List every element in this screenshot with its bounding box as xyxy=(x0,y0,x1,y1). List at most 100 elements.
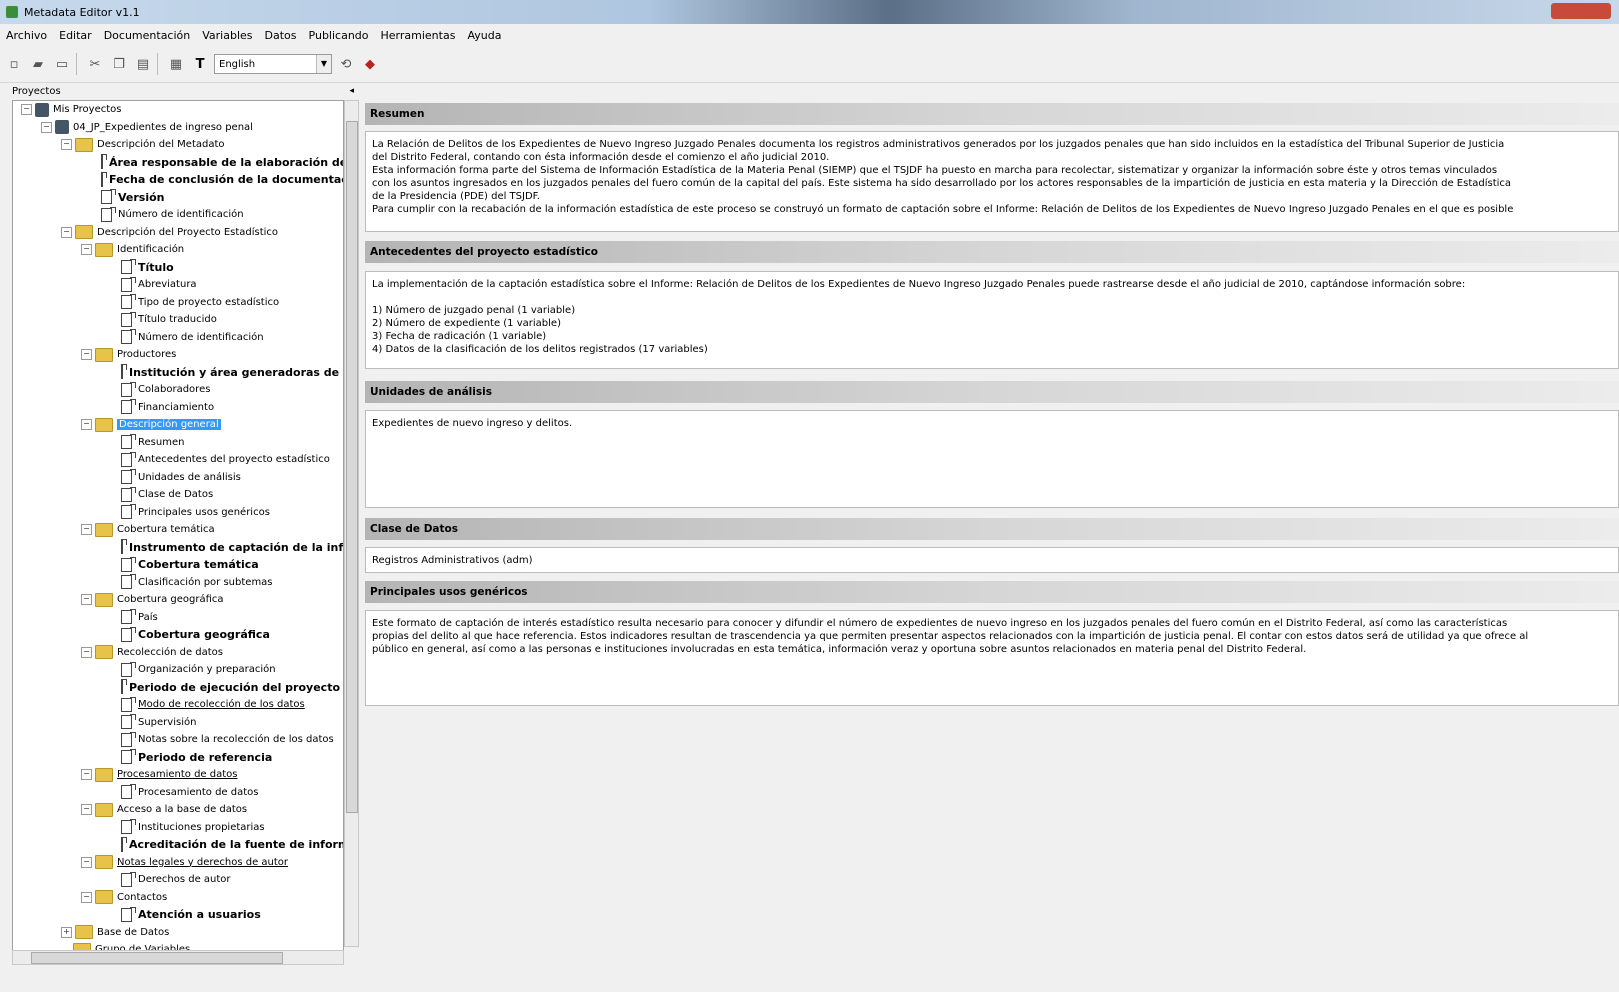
refresh-icon[interactable]: ⟲ xyxy=(336,54,356,74)
open-icon[interactable]: ▰ xyxy=(28,54,48,74)
paste-icon[interactable]: ▤ xyxy=(133,54,153,74)
tree-item[interactable]: Cobertura temática xyxy=(13,556,343,574)
scrollbar-thumb[interactable] xyxy=(31,952,283,964)
tree-item[interactable]: Título traducido xyxy=(13,311,343,329)
save-icon[interactable]: ▭ xyxy=(52,54,72,74)
antecedentes-textarea[interactable]: La implementación de la captación estadí… xyxy=(365,271,1619,369)
copy-icon[interactable]: ❐ xyxy=(109,54,129,74)
collapse-icon[interactable]: − xyxy=(81,419,92,431)
cut-icon[interactable]: ✂ xyxy=(85,54,105,74)
tree-item[interactable]: Antecedentes del proyecto estadístico xyxy=(13,451,343,469)
tree-item[interactable]: Instrumento de captación de la infor xyxy=(13,539,343,557)
folder-icon xyxy=(95,855,113,870)
tree-horizontal-scrollbar[interactable] xyxy=(12,950,344,965)
collapse-icon[interactable]: − xyxy=(81,594,92,606)
tree-item[interactable]: − Notas legales y derechos de autor xyxy=(13,854,343,872)
menu-editar[interactable]: Editar xyxy=(53,29,98,42)
tree-item[interactable]: − Cobertura temática xyxy=(13,521,343,539)
chevron-down-icon[interactable]: ▼ xyxy=(316,55,331,73)
tree-item[interactable]: − Productores xyxy=(13,346,343,364)
collapse-icon[interactable]: − xyxy=(61,226,72,238)
tree-item[interactable]: Colaboradores xyxy=(13,381,343,399)
tree-item-selected[interactable]: − Descripción general xyxy=(13,416,343,434)
tree-item[interactable]: Procesamiento de datos xyxy=(13,784,343,802)
expand-icon[interactable]: + xyxy=(61,926,72,938)
menu-archivo[interactable]: Archivo xyxy=(0,29,53,42)
tree-item[interactable]: Número de identificación xyxy=(13,206,343,224)
menu-ayuda[interactable]: Ayuda xyxy=(461,29,507,42)
tree-item[interactable]: Institución y área generadoras de la xyxy=(13,364,343,382)
tree-item[interactable]: Resumen xyxy=(13,434,343,452)
tree-item[interactable]: − Contactos xyxy=(13,889,343,907)
section-header-usos: Principales usos genéricos xyxy=(365,581,1619,603)
tree-item[interactable]: Área responsable de la elaboración del r xyxy=(13,154,343,172)
scrollbar-thumb[interactable] xyxy=(346,121,358,813)
tree-item[interactable]: Derechos de autor xyxy=(13,871,343,889)
tree-item[interactable]: + Base de Datos xyxy=(13,924,343,942)
tree-item[interactable]: Tipo de proyecto estadístico xyxy=(13,294,343,312)
tree-item[interactable]: − Recolección de datos xyxy=(13,644,343,662)
document-icon xyxy=(121,451,136,467)
tree-item[interactable]: Fecha de conclusión de la documentaci xyxy=(13,171,343,189)
tree-item[interactable]: Periodo de referencia xyxy=(13,749,343,767)
text-icon[interactable]: T xyxy=(190,54,210,74)
tree-item[interactable]: Supervisión xyxy=(13,714,343,732)
tree-item[interactable]: Notas sobre la recolección de los datos xyxy=(13,731,343,749)
document-icon xyxy=(121,819,136,835)
tree-item[interactable]: − Cobertura geográfica xyxy=(13,591,343,609)
tree-item[interactable]: − Descripción del Proyecto Estadístico xyxy=(13,224,343,242)
tree-item[interactable]: Número de identificación xyxy=(13,329,343,347)
new-icon[interactable]: ▫ xyxy=(4,54,24,74)
tree-item[interactable]: Abreviatura xyxy=(13,276,343,294)
tree-item[interactable]: − Descripción del Metadato xyxy=(13,136,343,154)
tree-item[interactable]: − Identificación xyxy=(13,241,343,259)
collapse-icon[interactable]: − xyxy=(81,804,92,816)
tree-item[interactable]: Financiamiento xyxy=(13,399,343,417)
tree-item[interactable]: − Acceso a la base de datos xyxy=(13,801,343,819)
tree-item[interactable]: − Procesamiento de datos xyxy=(13,766,343,784)
print-icon[interactable]: ▦ xyxy=(166,54,186,74)
tree-item[interactable]: Versión xyxy=(13,189,343,207)
resumen-textarea[interactable]: La Relación de Delitos de los Expediente… xyxy=(365,131,1619,232)
menu-herramientas[interactable]: Herramientas xyxy=(375,29,462,42)
document-icon xyxy=(121,836,127,852)
tree-item[interactable]: Clasificación por subtemas xyxy=(13,574,343,592)
clase-de-datos-field[interactable]: Registros Administrativos (adm) xyxy=(365,547,1619,573)
collapse-icon[interactable]: − xyxy=(61,139,72,151)
collapse-icon[interactable]: − xyxy=(41,121,52,133)
collapse-icon[interactable]: − xyxy=(81,524,92,536)
tree-item[interactable]: Unidades de análisis xyxy=(13,469,343,487)
usos-textarea[interactable]: Este formato de captación de interés est… xyxy=(365,610,1619,706)
tree-item[interactable]: −04_JP_Expedientes de ingreso penal xyxy=(13,119,343,137)
publish-icon[interactable]: ◆ xyxy=(360,54,380,74)
tree-item[interactable]: Periodo de ejecución del proyecto e xyxy=(13,679,343,697)
menu-documentacion[interactable]: Documentación xyxy=(98,29,197,42)
collapse-icon[interactable]: − xyxy=(81,349,92,361)
menu-publicando[interactable]: Publicando xyxy=(303,29,375,42)
language-select[interactable]: English ▼ xyxy=(214,54,332,74)
tree-item[interactable]: Acreditación de la fuente de informa xyxy=(13,836,343,854)
tree-item[interactable]: Organización y preparación xyxy=(13,661,343,679)
pin-icon[interactable]: ◂ xyxy=(349,86,354,96)
document-icon xyxy=(121,381,136,397)
collapse-icon[interactable]: − xyxy=(81,769,92,781)
tree-item[interactable]: Principales usos genéricos xyxy=(13,504,343,522)
collapse-icon[interactable]: − xyxy=(81,244,92,256)
tree-item[interactable]: Cobertura geográfica xyxy=(13,626,343,644)
tree-item[interactable]: País xyxy=(13,609,343,627)
collapse-icon[interactable]: − xyxy=(81,856,92,868)
tree-item[interactable]: Atención a usuarios xyxy=(13,906,343,924)
tree-vertical-scrollbar[interactable] xyxy=(344,100,359,947)
tree-item[interactable]: Instituciones propietarias xyxy=(13,819,343,837)
unidades-textarea[interactable]: Expedientes de nuevo ingreso y delitos. xyxy=(365,410,1619,508)
tree-item[interactable]: Clase de Datos xyxy=(13,486,343,504)
tree-item[interactable]: Modo de recolección de los datos xyxy=(13,696,343,714)
tree-item[interactable]: − Mis Proyectos xyxy=(13,101,343,119)
collapse-icon[interactable]: − xyxy=(81,891,92,903)
collapse-icon[interactable]: − xyxy=(81,646,92,658)
close-button[interactable] xyxy=(1551,3,1611,19)
menu-datos[interactable]: Datos xyxy=(259,29,303,42)
menu-variables[interactable]: Variables xyxy=(196,29,258,42)
collapse-icon[interactable]: − xyxy=(21,104,32,116)
tree-item[interactable]: Título xyxy=(13,259,343,277)
